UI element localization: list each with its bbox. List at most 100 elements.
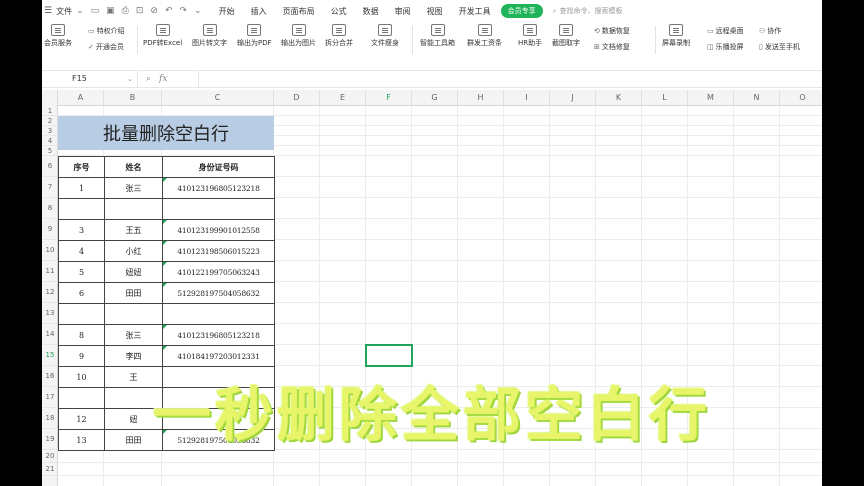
table-cell-id[interactable] bbox=[162, 366, 275, 388]
row-header-17[interactable]: 17 bbox=[42, 387, 58, 408]
column-header-c[interactable]: C bbox=[162, 90, 274, 106]
smart-toolbox-button[interactable]: 智能工具箱 bbox=[420, 24, 455, 48]
row-header-18[interactable]: 18 bbox=[42, 408, 58, 429]
table-cell-id[interactable]: 410123196805123218 bbox=[162, 324, 275, 346]
table-cell-name[interactable] bbox=[104, 198, 163, 220]
table-cell-id[interactable] bbox=[162, 303, 275, 325]
collaborate-button[interactable]: ⚇ 协作 bbox=[759, 26, 781, 36]
table-cell-no[interactable]: 13 bbox=[58, 429, 105, 451]
group-send-button[interactable]: 群发工资条 bbox=[467, 24, 502, 48]
column-header-g[interactable]: G bbox=[412, 90, 458, 106]
save-icon[interactable]: ▣ bbox=[106, 6, 115, 16]
cell-area[interactable]: 序号 姓名 身份证号码 1 张三 410123196805123218 3 王五 4101231… bbox=[58, 106, 822, 486]
row-header-19[interactable]: 19 bbox=[42, 429, 58, 450]
pdf-to-excel-button[interactable]: PDF转Excel bbox=[143, 24, 182, 48]
table-header-cell[interactable]: 姓名 bbox=[104, 156, 163, 178]
table-cell-no[interactable] bbox=[58, 198, 105, 220]
table-cell-no[interactable]: 6 bbox=[58, 282, 105, 304]
row-header-2[interactable]: 2 bbox=[42, 116, 58, 126]
table-cell-id[interactable] bbox=[162, 408, 275, 430]
table-header-cell[interactable]: 身份证号码 bbox=[162, 156, 275, 178]
member-service-button[interactable]: 会员服务 bbox=[44, 24, 72, 48]
tab-data[interactable]: 数据 bbox=[363, 6, 379, 17]
table-header-cell[interactable]: 序号 bbox=[58, 156, 105, 178]
column-header-k[interactable]: K bbox=[596, 90, 642, 106]
table-cell-id[interactable]: 410122199705063243 bbox=[162, 261, 275, 283]
row-header-10[interactable]: 10 bbox=[42, 240, 58, 261]
row-header-3[interactable]: 3 bbox=[42, 126, 58, 136]
image-to-text-button[interactable]: 图片转文字 bbox=[192, 24, 227, 48]
column-header-h[interactable]: H bbox=[458, 90, 504, 106]
send-to-phone-button[interactable]: ▯ 发送至手机 bbox=[759, 42, 800, 52]
table-cell-name[interactable] bbox=[104, 387, 163, 409]
file-slim-button[interactable]: 文件瘦身 bbox=[371, 24, 399, 48]
table-cell-id[interactable]: 410123199901012558 bbox=[162, 219, 275, 241]
table-cell-name[interactable]: 王 bbox=[104, 366, 163, 388]
tab-vip[interactable]: 会员专享 bbox=[500, 4, 543, 18]
column-header-i[interactable]: I bbox=[504, 90, 550, 106]
tab-page-layout[interactable]: 页面布局 bbox=[283, 6, 315, 17]
column-header-d[interactable]: D bbox=[274, 90, 320, 106]
table-cell-no[interactable]: 5 bbox=[58, 261, 105, 283]
remote-desktop-button[interactable]: ▭ 远程桌面 bbox=[707, 26, 744, 36]
table-cell-id[interactable]: 410123198506015223 bbox=[162, 240, 275, 262]
tab-home[interactable]: 开始 bbox=[219, 6, 235, 17]
row-header-15[interactable]: 15 bbox=[42, 345, 58, 366]
table-cell-no[interactable] bbox=[58, 387, 105, 409]
row-header-5[interactable]: 5 bbox=[42, 146, 58, 156]
chevron-down-icon[interactable]: ⌄ bbox=[76, 6, 84, 16]
redo-icon[interactable]: ↷ bbox=[180, 6, 188, 16]
table-cell-id[interactable]: 410184197203012331 bbox=[162, 345, 275, 367]
table-cell-name[interactable]: 田田 bbox=[104, 282, 163, 304]
hr-assistant-button[interactable]: HR助手 bbox=[518, 24, 542, 48]
file-menu-label[interactable]: 文件 bbox=[56, 6, 72, 17]
table-cell-name[interactable]: 李四 bbox=[104, 345, 163, 367]
table-cell-no[interactable]: 9 bbox=[58, 345, 105, 367]
column-header-a[interactable]: A bbox=[58, 90, 104, 106]
screenshot-ocr-button[interactable]: 截图取字 bbox=[552, 24, 580, 48]
print-icon[interactable]: ⎙ bbox=[122, 6, 129, 16]
fx-icon[interactable]: fx bbox=[159, 74, 167, 84]
screen-record-button[interactable]: 屏幕录制 bbox=[662, 24, 690, 48]
sheet-title-cell[interactable]: 批量删除空白行 bbox=[58, 116, 274, 150]
table-cell-no[interactable]: 8 bbox=[58, 324, 105, 346]
row-header-4[interactable]: 4 bbox=[42, 136, 58, 146]
tab-view[interactable]: 视图 bbox=[427, 6, 443, 17]
column-header-n[interactable]: N bbox=[734, 90, 780, 106]
table-cell-id[interactable]: 512928197504058632 bbox=[162, 429, 275, 451]
row-header-21[interactable]: 21 bbox=[42, 463, 58, 476]
table-cell-id[interactable] bbox=[162, 387, 275, 409]
command-search[interactable]: ⌕ 查找命令、搜索模板 bbox=[553, 6, 623, 16]
table-cell-no[interactable]: 3 bbox=[58, 219, 105, 241]
export-pdf-button[interactable]: 输出为PDF bbox=[237, 24, 272, 48]
tab-developer[interactable]: 开发工具 bbox=[459, 6, 491, 17]
export-image-button[interactable]: 输出为图片 bbox=[281, 24, 316, 48]
table-cell-name[interactable] bbox=[104, 303, 163, 325]
table-cell-id[interactable]: 410123196805123218 bbox=[162, 177, 275, 199]
chevron-down-icon[interactable]: ⌄ bbox=[127, 71, 133, 87]
row-header-20[interactable]: 20 bbox=[42, 450, 58, 463]
table-cell-no[interactable]: 12 bbox=[58, 408, 105, 430]
zoom-icon[interactable]: ⌕ bbox=[146, 74, 151, 84]
table-cell-no[interactable]: 4 bbox=[58, 240, 105, 262]
table-cell-name[interactable]: 张三 bbox=[104, 324, 163, 346]
table-cell-name[interactable]: 田田 bbox=[104, 429, 163, 451]
open-icon[interactable]: ▭ bbox=[91, 6, 100, 16]
table-cell-no[interactable]: 10 bbox=[58, 366, 105, 388]
open-member-button[interactable]: ✓ 开通会员 bbox=[88, 42, 124, 52]
split-merge-button[interactable]: 拆分合并 bbox=[325, 24, 353, 48]
row-header-14[interactable]: 14 bbox=[42, 324, 58, 345]
table-cell-name[interactable]: 小红 bbox=[104, 240, 163, 262]
table-cell-name[interactable]: 妞 bbox=[104, 408, 163, 430]
table-cell-name[interactable]: 妞妞 bbox=[104, 261, 163, 283]
row-header-7[interactable]: 7 bbox=[42, 177, 58, 198]
tab-insert[interactable]: 插入 bbox=[251, 6, 267, 17]
row-header-8[interactable]: 8 bbox=[42, 198, 58, 219]
undo-icon[interactable]: ↶ bbox=[165, 6, 173, 16]
hamburger-icon[interactable]: ☰ bbox=[44, 6, 52, 16]
table-cell-name[interactable]: 张三 bbox=[104, 177, 163, 199]
column-header-b[interactable]: B bbox=[104, 90, 162, 106]
selected-cell-f15[interactable] bbox=[365, 344, 413, 367]
table-cell-no[interactable] bbox=[58, 303, 105, 325]
tab-review[interactable]: 审阅 bbox=[395, 6, 411, 17]
